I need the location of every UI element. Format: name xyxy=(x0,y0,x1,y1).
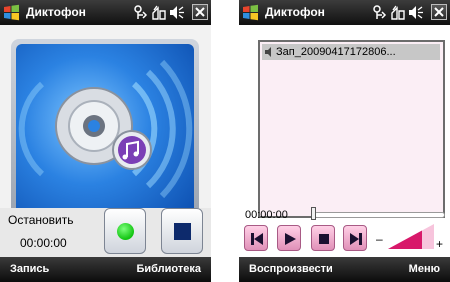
stop-playback-button[interactable] xyxy=(311,225,335,251)
phone-signal-icon[interactable] xyxy=(151,4,167,21)
softkey-record[interactable]: Запись xyxy=(10,263,49,275)
previous-button[interactable] xyxy=(244,225,268,251)
elapsed-time: 00:00:00 xyxy=(20,236,67,250)
record-controls: Остановить 00:00:00 xyxy=(0,208,211,257)
windows-start-icon[interactable] xyxy=(242,4,259,21)
record-icon xyxy=(117,223,134,240)
audio-file-icon xyxy=(265,47,271,57)
recorder-body: Остановить 00:00:00 xyxy=(0,25,211,257)
play-icon xyxy=(285,233,296,245)
recordings-list[interactable]: Зап_20090417172806... xyxy=(258,40,445,218)
volume-icon[interactable] xyxy=(169,4,185,21)
close-button[interactable] xyxy=(192,4,208,20)
title-bar: Диктофон xyxy=(239,0,450,25)
media-art-frame xyxy=(11,39,199,219)
softkey-bar: Воспроизвести Меню xyxy=(239,257,450,282)
close-icon xyxy=(434,7,444,17)
stop-icon xyxy=(174,223,191,240)
seek-bar[interactable] xyxy=(314,212,445,218)
next-button[interactable] xyxy=(343,225,367,251)
recorder-screen: Диктофон Остановить 00:00:00 Запись Библ… xyxy=(0,0,211,282)
seek-thumb[interactable] xyxy=(311,207,316,220)
previous-track-icon xyxy=(251,233,263,245)
library-body: Зап_20090417172806... 00:00:00 – + xyxy=(239,25,450,257)
volume-up[interactable]: + xyxy=(436,237,443,251)
stop-button[interactable] xyxy=(161,208,203,254)
softkey-menu[interactable]: Меню xyxy=(409,263,440,275)
list-item[interactable]: Зап_20090417172806... xyxy=(262,44,440,60)
window-title: Диктофон xyxy=(265,5,325,19)
close-icon xyxy=(195,7,205,17)
status-label: Остановить xyxy=(8,213,74,227)
volume-icon[interactable] xyxy=(408,4,424,21)
title-bar: Диктофон xyxy=(0,0,211,25)
softkey-play[interactable]: Воспроизвести xyxy=(249,263,333,275)
recording-name: Зап_20090417172806... xyxy=(276,46,396,58)
play-button[interactable] xyxy=(277,225,301,251)
phone-signal-icon[interactable] xyxy=(390,4,406,21)
volume-level-icon[interactable] xyxy=(388,224,434,249)
window-title: Диктофон xyxy=(26,5,86,19)
position-time: 00:00:00 xyxy=(245,209,288,221)
connectivity-icon[interactable] xyxy=(133,4,149,21)
volume-down[interactable]: – xyxy=(376,232,383,246)
record-button[interactable] xyxy=(104,208,146,254)
connectivity-icon[interactable] xyxy=(372,4,388,21)
windows-start-icon[interactable] xyxy=(3,4,20,21)
softkey-library[interactable]: Библиотека xyxy=(136,263,201,275)
library-screen: Диктофон Зап_20090417172806... 00:00:00 … xyxy=(239,0,450,282)
stop-icon xyxy=(319,234,329,244)
close-button[interactable] xyxy=(431,4,447,20)
next-track-icon xyxy=(350,233,362,245)
media-player-art xyxy=(16,44,194,214)
softkey-bar: Запись Библиотека xyxy=(0,257,211,282)
